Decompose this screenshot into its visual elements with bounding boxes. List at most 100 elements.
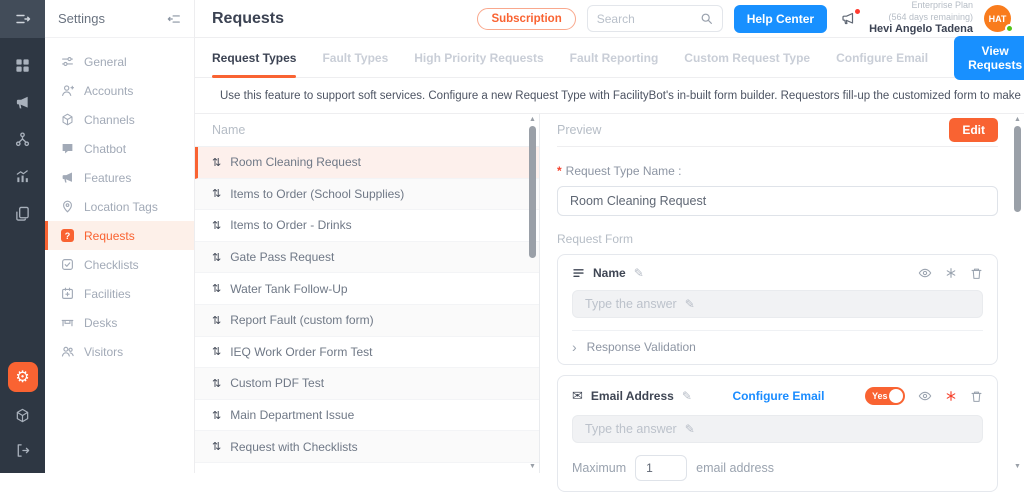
documents-icon[interactable] bbox=[11, 201, 35, 225]
settings-gear-button[interactable]: ⚙ bbox=[8, 362, 38, 392]
app-root: ⚙ Settings General Accounts bbox=[0, 0, 1024, 473]
tab-custom-request-type[interactable]: Custom Request Type bbox=[684, 38, 810, 77]
sidebar-item-accounts[interactable]: Accounts bbox=[45, 76, 194, 105]
list-item-label: Report Fault (custom form) bbox=[230, 313, 373, 327]
search-box bbox=[587, 5, 723, 32]
request-type-name-label: * Request Type Name : bbox=[557, 164, 998, 178]
user-add-icon bbox=[60, 84, 75, 97]
sidebar-item-desks[interactable]: Desks bbox=[45, 308, 194, 337]
request-type-name-input[interactable] bbox=[557, 186, 998, 216]
search-input[interactable] bbox=[597, 12, 694, 26]
edit-pencil-icon[interactable]: ✎ bbox=[682, 389, 692, 403]
menu-toggle-button[interactable] bbox=[0, 0, 45, 38]
tab-fault-reporting[interactable]: Fault Reporting bbox=[570, 38, 659, 77]
list-item-items-to-order-school-supplies[interactable]: ⇅ Items to Order (School Supplies) bbox=[195, 179, 539, 211]
required-asterisk-icon[interactable] bbox=[945, 390, 957, 402]
response-validation-toggle[interactable]: › Response Validation bbox=[572, 331, 983, 354]
search-icon bbox=[700, 12, 713, 25]
sidebar-collapse-icon[interactable] bbox=[167, 12, 181, 26]
sidebar-item-label: Accounts bbox=[84, 84, 133, 98]
tab-configure-email[interactable]: Configure Email bbox=[836, 38, 928, 77]
yes-toggle[interactable]: Yes bbox=[865, 387, 905, 405]
list-item-items-to-order-drinks[interactable]: ⇅ Items to Order - Drinks bbox=[195, 210, 539, 242]
help-center-button[interactable]: Help Center bbox=[734, 5, 827, 33]
request-form-label: Request Form bbox=[557, 232, 998, 246]
user-avatar[interactable]: HAT bbox=[984, 5, 1011, 32]
logout-icon[interactable] bbox=[11, 438, 35, 462]
drag-handle-icon[interactable]: ⇅ bbox=[212, 251, 221, 264]
visibility-eye-icon[interactable] bbox=[918, 266, 932, 280]
list-item-label: IEQ Work Order Form Test bbox=[230, 345, 372, 359]
list-item-room-cleaning-request[interactable]: ⇅ Room Cleaning Request bbox=[195, 147, 539, 179]
scroll-up-arrow[interactable]: ▲ bbox=[529, 116, 536, 124]
dashboard-icon[interactable] bbox=[11, 53, 35, 77]
top-header: Requests Subscription Help Center Enterp… bbox=[195, 0, 1024, 38]
sidebar-item-chatbot[interactable]: Chatbot bbox=[45, 134, 194, 163]
sidebar-item-features[interactable]: Features bbox=[45, 163, 194, 192]
field-header: Name ✎ bbox=[572, 266, 983, 280]
list-item-custom-pdf-test[interactable]: ⇅ Custom PDF Test bbox=[195, 368, 539, 400]
drag-handle-icon[interactable]: ⇅ bbox=[212, 440, 221, 453]
maximum-email-row: Maximum email address bbox=[572, 455, 983, 481]
announcements-icon[interactable] bbox=[11, 90, 35, 114]
drag-handle-icon[interactable]: ⇅ bbox=[212, 187, 221, 200]
icon-rail: ⚙ bbox=[0, 0, 45, 473]
map-pin-icon bbox=[60, 200, 75, 213]
page-title: Requests bbox=[212, 10, 284, 28]
delete-trash-icon[interactable] bbox=[970, 267, 983, 280]
banner-text: Use this feature to support soft service… bbox=[220, 90, 1024, 102]
visibility-eye-icon[interactable] bbox=[918, 389, 932, 403]
sidebar-header: Settings bbox=[45, 0, 194, 38]
scroll-down-arrow[interactable]: ▼ bbox=[1014, 463, 1021, 471]
tab-high-priority-requests[interactable]: High Priority Requests bbox=[414, 38, 543, 77]
sidebar-item-visitors[interactable]: Visitors bbox=[45, 337, 194, 366]
list-scrollbar-thumb[interactable] bbox=[529, 126, 536, 258]
scroll-down-arrow[interactable]: ▼ bbox=[529, 463, 536, 471]
preview-scrollbar-thumb[interactable] bbox=[1014, 126, 1021, 212]
answer-placeholder-box: Type the answer ✎ bbox=[572, 415, 983, 443]
list-item-gate-pass-request[interactable]: ⇅ Gate Pass Request bbox=[195, 242, 539, 274]
sidebar-item-label: Visitors bbox=[84, 345, 123, 359]
max-email-input[interactable] bbox=[635, 455, 687, 481]
drag-handle-icon[interactable]: ⇅ bbox=[212, 314, 221, 327]
configure-email-link[interactable]: Configure Email bbox=[732, 389, 824, 403]
drag-handle-icon[interactable]: ⇅ bbox=[212, 156, 221, 169]
sidebar-item-general[interactable]: General bbox=[45, 47, 194, 76]
scroll-up-arrow[interactable]: ▲ bbox=[1014, 116, 1021, 124]
sidebar-item-label: Location Tags bbox=[84, 200, 158, 214]
drag-handle-icon[interactable]: ⇅ bbox=[212, 409, 221, 422]
list-item-main-department-issue[interactable]: ⇅ Main Department Issue bbox=[195, 400, 539, 432]
drag-handle-icon[interactable]: ⇅ bbox=[212, 219, 221, 232]
list-item-request-with-checklists[interactable]: ⇅ Request with Checklists bbox=[195, 431, 539, 463]
list-item-ieq-work-order-form-test[interactable]: ⇅ IEQ Work Order Form Test bbox=[195, 337, 539, 369]
edit-pencil-icon[interactable]: ✎ bbox=[634, 266, 644, 280]
sidebar-item-checklists[interactable]: Checklists bbox=[45, 250, 194, 279]
list-item-label: Gate Pass Request bbox=[230, 250, 334, 264]
sidebar-item-facilities[interactable]: Facilities bbox=[45, 279, 194, 308]
edit-button[interactable]: Edit bbox=[949, 118, 998, 142]
hierarchy-icon[interactable] bbox=[11, 127, 35, 151]
view-requests-button[interactable]: View Requests bbox=[954, 36, 1024, 80]
list-item-report-fault-custom-form[interactable]: ⇅ Report Fault (custom form) bbox=[195, 305, 539, 337]
sidebar-item-requests[interactable]: ? Requests bbox=[45, 221, 194, 250]
sidebar-item-channels[interactable]: Channels bbox=[45, 105, 194, 134]
tab-fault-types[interactable]: Fault Types bbox=[322, 38, 388, 77]
sidebar-item-label: Requests bbox=[84, 229, 135, 243]
integrations-cube-icon[interactable] bbox=[11, 403, 35, 427]
analytics-icon[interactable] bbox=[11, 164, 35, 188]
required-asterisk-icon[interactable] bbox=[945, 267, 957, 279]
user-name: Hevi Angelo Tadena bbox=[869, 23, 973, 37]
drag-handle-icon[interactable]: ⇅ bbox=[212, 377, 221, 390]
list-column-header: Name bbox=[195, 114, 539, 147]
content-split: Name ⇅ Room Cleaning Request ⇅ Items to … bbox=[195, 113, 1024, 473]
sidebar-item-location-tags[interactable]: Location Tags bbox=[45, 192, 194, 221]
subscription-button[interactable]: Subscription bbox=[477, 8, 575, 30]
list-item-water-tank-follow-up[interactable]: ⇅ Water Tank Follow-Up bbox=[195, 273, 539, 305]
drag-handle-icon[interactable]: ⇅ bbox=[212, 345, 221, 358]
request-types-list-panel: Name ⇅ Room Cleaning Request ⇅ Items to … bbox=[195, 114, 540, 473]
delete-trash-icon[interactable] bbox=[970, 390, 983, 403]
drag-handle-icon[interactable]: ⇅ bbox=[212, 282, 221, 295]
announcement-bell-icon[interactable] bbox=[840, 11, 856, 27]
tab-request-types[interactable]: Request Types bbox=[212, 38, 296, 77]
sidebar-item-label: Chatbot bbox=[84, 142, 126, 156]
